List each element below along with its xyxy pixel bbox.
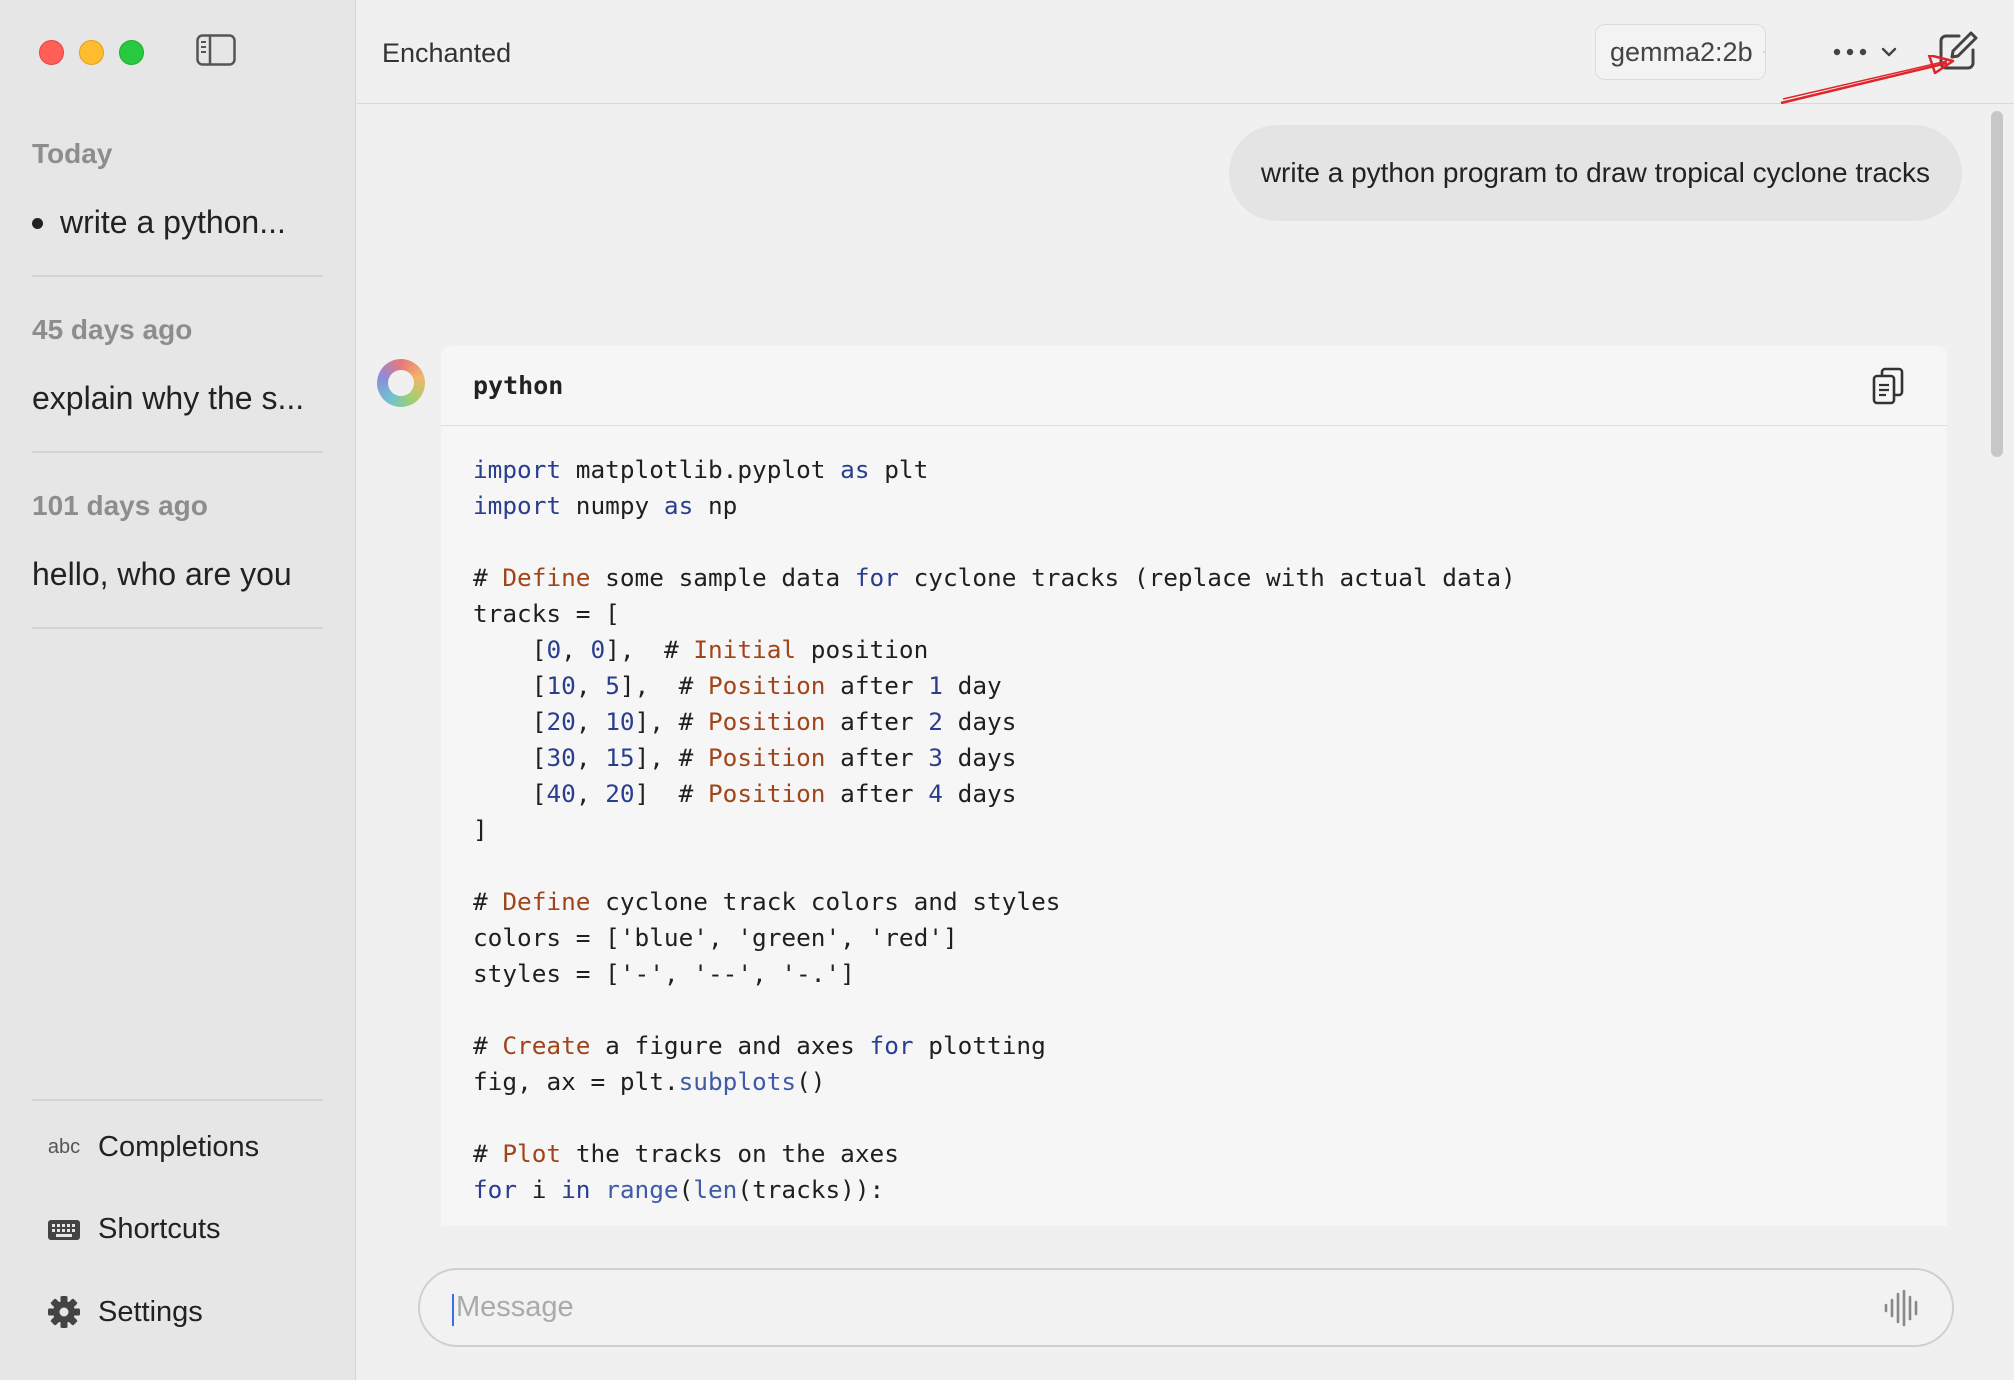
group-heading-101-days: 101 days ago [32,490,208,521]
code-content: import matplotlib.pyplot as plt import nu… [441,426,1947,1226]
settings-label: Settings [98,1295,203,1328]
window-title: Enchanted [382,38,512,68]
zoom-window-button[interactable] [119,40,144,65]
chevron-down-icon [1881,47,1897,57]
code-line: styles = ['-', '--', '-.'] [473,959,855,988]
conversation-item-hello[interactable]: hello, who are you [32,556,292,593]
shortcuts-label: Shortcuts [98,1213,221,1245]
code-line: [30, 15], # Position after 3 days [473,743,1017,772]
user-message-bubble: write a python program to draw tropical … [1228,125,1962,221]
code-line: tracks = [ [473,599,620,628]
code-block: python import matplotlib.pyplot as plt im… [441,346,1947,1226]
code-line: import matplotlib.pyplot as plt [473,455,929,484]
toolbar: Enchanted gemma2:2b [357,0,2014,105]
conversation-item-explain[interactable]: explain why the s... [32,380,304,417]
app-window: Today write a python... 45 days ago expl… [0,0,2014,1380]
ellipsis-icon [1833,48,1867,56]
more-options-button[interactable] [1833,36,1903,68]
divider [32,451,323,453]
conversation-item-python[interactable]: write a python... [60,204,286,241]
code-line: [20, 10], # Position after 2 days [473,707,1017,736]
sidebar: Today write a python... 45 days ago expl… [0,0,356,1380]
message-input[interactable] [456,1270,1856,1345]
settings-menu-item[interactable]: Settings [46,1295,203,1329]
code-line: ] [473,815,488,844]
code-line: colors = ['blue', 'green', 'red'] [473,923,958,952]
keyboard-icon [46,1218,82,1242]
code-line: [0, 0], # Initial position [473,635,929,664]
code-line: [40, 20] # Position after 4 days [473,779,1017,808]
code-language-label: python [473,371,564,400]
divider [32,1099,323,1101]
model-picker-button[interactable]: gemma2:2b [1595,24,1766,80]
copy-code-icon[interactable] [1871,367,1905,405]
completions-menu-item[interactable]: abc Completions [46,1131,259,1164]
code-line: # Define cyclone track colors and styles [473,887,1061,916]
minimize-window-button[interactable] [79,40,104,65]
assistant-avatar [377,359,425,407]
text-caret [452,1294,454,1326]
new-chat-compose-icon[interactable] [1937,30,1979,72]
chat-transcript: write a python program to draw tropical … [357,105,2014,1226]
code-line: [10, 5], # Position after 1 day [473,671,1002,700]
shortcuts-menu-item[interactable]: Shortcuts [46,1213,221,1246]
code-block-header: python [441,346,1947,426]
code-line: fig, ax = plt.subplots() [473,1067,826,1096]
code-line: import numpy as np [473,491,738,520]
completions-label: Completions [98,1131,260,1163]
abc-text-icon: abc [47,1136,81,1158]
active-conversation-dot [32,218,43,229]
code-line: # Plot the tracks on the axes [473,1139,899,1168]
message-composer [418,1268,1954,1347]
code-line: # Create a figure and axes for plotting [473,1031,1046,1060]
gear-icon [46,1295,82,1329]
scrollbar-thumb[interactable] [1991,111,2003,457]
model-name: gemma2:2b [1610,36,1753,67]
code-line: for i in range(len(tracks)): [473,1175,885,1204]
group-heading-45-days: 45 days ago [32,314,193,345]
sidebar-toggle-icon[interactable] [196,34,236,66]
scrollbar[interactable] [1987,107,2007,1222]
close-window-button[interactable] [39,40,64,65]
divider [32,627,323,629]
chevron-down-icon [1762,51,1765,53]
divider [32,275,323,277]
code-line: # Define some sample data for cyclone tr… [473,563,1516,592]
group-heading-today: Today [32,138,113,169]
voice-input-icon[interactable] [1882,1288,1922,1328]
